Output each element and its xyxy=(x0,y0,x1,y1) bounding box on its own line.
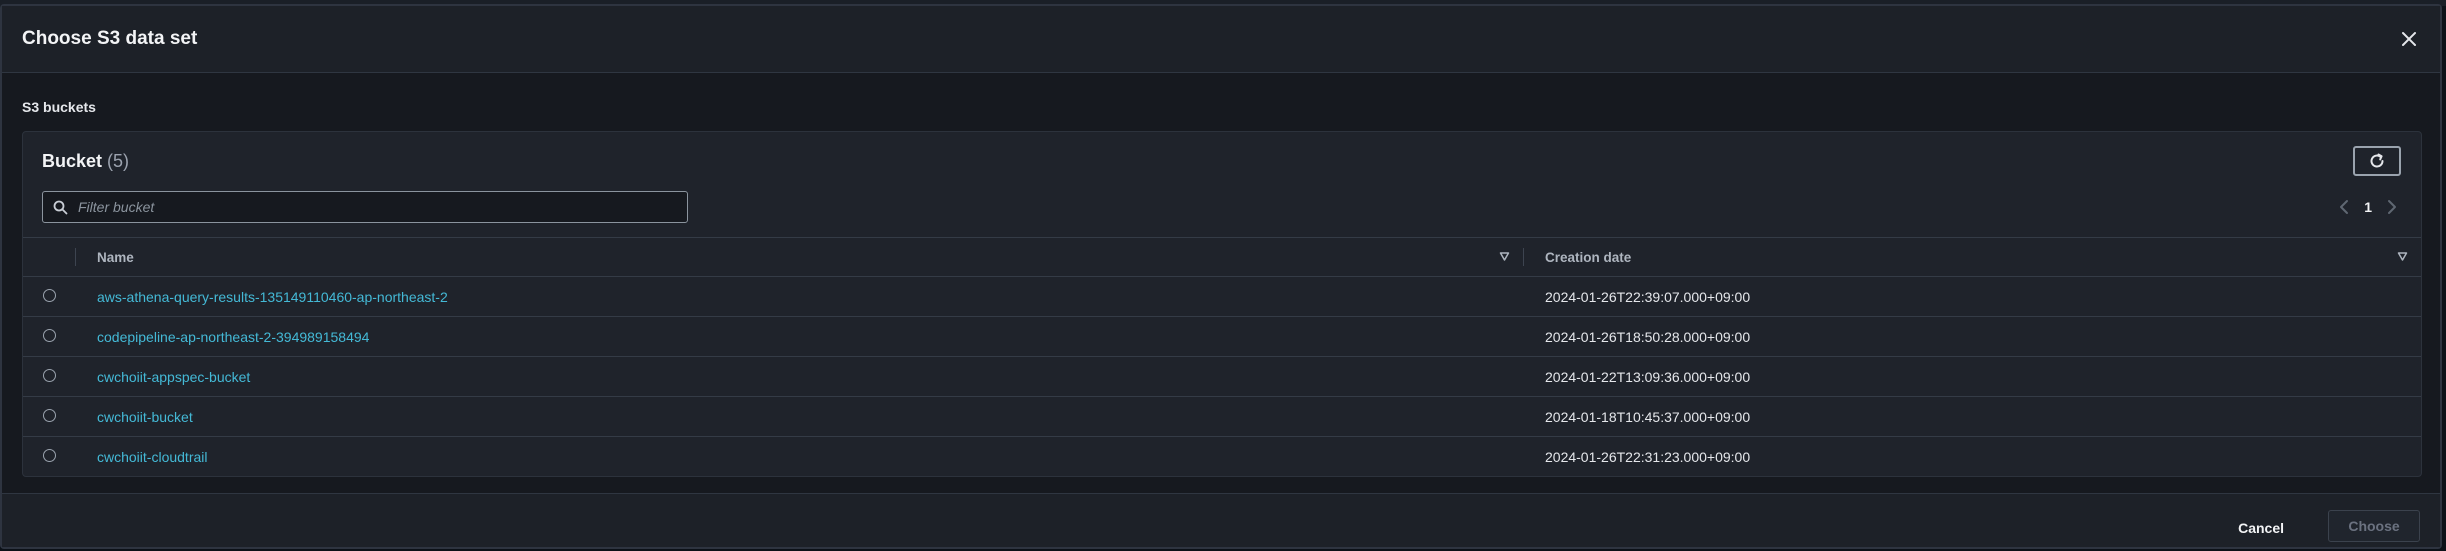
sort-caret-icon xyxy=(1499,252,1510,261)
row-radio[interactable] xyxy=(43,289,56,302)
table-header: Name Creation date xyxy=(23,237,2421,277)
bucket-count: (5) xyxy=(107,151,130,171)
bucket-name-link[interactable]: codepipeline-ap-northeast-2-394989158494 xyxy=(97,317,369,356)
close-icon xyxy=(2402,32,2416,46)
chevron-right-icon xyxy=(2388,200,2396,214)
creation-date: 2024-01-22T13:09:36.000+09:00 xyxy=(1545,368,1751,385)
container-title: Bucket (5) xyxy=(42,151,129,172)
table-row[interactable]: cwchoiit-appspec-bucket 2024-01-22T13:09… xyxy=(23,357,2421,397)
next-page-button[interactable] xyxy=(2386,199,2398,215)
previous-page-button[interactable] xyxy=(2338,199,2350,215)
bucket-table: Name Creation date aws-athena-query-resu… xyxy=(23,237,2421,476)
modal-footer: Cancel Choose xyxy=(2,493,2440,547)
creation-date: 2024-01-26T18:50:28.000+09:00 xyxy=(1545,328,1751,345)
chevron-left-icon xyxy=(2340,200,2349,214)
choose-button[interactable]: Choose xyxy=(2328,510,2420,542)
row-radio[interactable] xyxy=(43,329,56,342)
creation-date: 2024-01-26T22:39:07.000+09:00 xyxy=(1545,288,1751,305)
creation-date: 2024-01-18T10:45:37.000+09:00 xyxy=(1545,408,1751,425)
search-icon xyxy=(53,200,68,215)
pagination: 1 xyxy=(2338,195,2398,219)
column-separator xyxy=(1523,248,1524,266)
refresh-button[interactable] xyxy=(2353,146,2401,176)
column-separator xyxy=(75,248,76,266)
container-title-text: Bucket xyxy=(42,151,103,171)
sort-caret-icon xyxy=(2397,252,2408,261)
table-row[interactable]: aws-athena-query-results-135149110460-ap… xyxy=(23,277,2421,317)
bucket-name-link[interactable]: aws-athena-query-results-135149110460-ap… xyxy=(97,277,448,316)
column-header-creation-date[interactable]: Creation date xyxy=(1545,238,1631,276)
modal-body: S3 buckets Bucket (5) Filter bucket 1 Na… xyxy=(2,73,2440,493)
bucket-name-link[interactable]: cwchoiit-bucket xyxy=(97,397,193,436)
sort-creation-date-button[interactable] xyxy=(2397,251,2408,262)
refresh-icon xyxy=(2370,153,2384,168)
bucket-name-link[interactable]: cwchoiit-appspec-bucket xyxy=(97,357,250,396)
filter-bucket-field[interactable] xyxy=(42,191,688,223)
creation-date: 2024-01-26T22:31:23.000+09:00 xyxy=(1545,448,1751,465)
modal-title: Choose S3 data set xyxy=(22,28,198,49)
cancel-button[interactable]: Cancel xyxy=(2238,515,2284,541)
filter-bucket-input[interactable] xyxy=(76,198,687,216)
table-row[interactable]: codepipeline-ap-northeast-2-394989158494… xyxy=(23,317,2421,357)
close-button[interactable] xyxy=(2396,26,2422,52)
row-radio[interactable] xyxy=(43,409,56,422)
column-header-name[interactable]: Name xyxy=(97,238,134,276)
modal-header: Choose S3 data set xyxy=(2,6,2440,73)
choose-s3-dataset-modal: Choose S3 data set S3 buckets Bucket (5) xyxy=(0,4,2442,549)
table-row[interactable]: cwchoiit-bucket 2024-01-18T10:45:37.000+… xyxy=(23,397,2421,437)
section-label: S3 buckets xyxy=(22,99,96,115)
page-number[interactable]: 1 xyxy=(2364,199,2372,215)
row-radio[interactable] xyxy=(43,369,56,382)
bucket-table-container: Bucket (5) Filter bucket 1 Name Creation… xyxy=(22,131,2422,477)
table-row[interactable]: cwchoiit-cloudtrail 2024-01-26T22:31:23.… xyxy=(23,437,2421,476)
sort-name-button[interactable] xyxy=(1499,251,1510,262)
row-radio[interactable] xyxy=(43,449,56,462)
bucket-name-link[interactable]: cwchoiit-cloudtrail xyxy=(97,437,207,476)
